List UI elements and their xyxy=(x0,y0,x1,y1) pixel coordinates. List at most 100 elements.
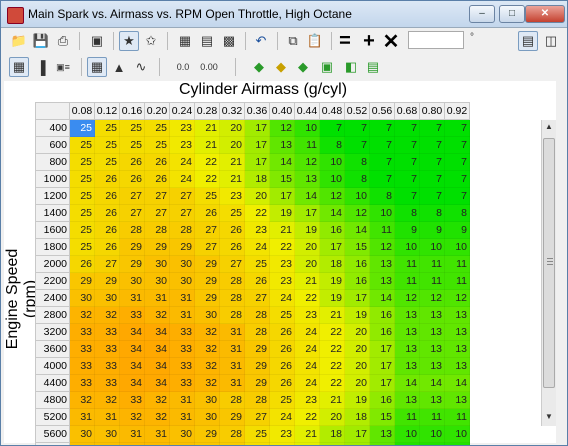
table-cell[interactable]: 34 xyxy=(144,374,170,392)
table-cell[interactable]: 7 xyxy=(444,153,470,171)
table-cell[interactable]: 30 xyxy=(194,408,220,426)
table-cell[interactable]: 30 xyxy=(169,255,195,273)
table-cell[interactable]: 16 xyxy=(369,323,395,341)
table-cell[interactable]: 32 xyxy=(69,306,95,324)
table-cell[interactable]: 16 xyxy=(344,255,370,273)
column-header[interactable]: 0.20 xyxy=(144,102,170,120)
split-view-icon[interactable]: ◫ xyxy=(541,31,561,51)
table-cell[interactable]: 29 xyxy=(219,408,245,426)
table-cell[interactable]: 7 xyxy=(394,153,420,171)
table-cell[interactable]: 26 xyxy=(94,238,120,256)
table-cell[interactable]: 26 xyxy=(269,357,295,375)
table-cell[interactable]: 32 xyxy=(69,391,95,409)
table-cell[interactable]: 15 xyxy=(344,238,370,256)
row-header[interactable]: 2800 xyxy=(35,306,70,324)
table-cell[interactable]: 31 xyxy=(219,340,245,358)
scroll-down-arrow[interactable]: ▼ xyxy=(542,410,556,424)
table-cell[interactable]: 28 xyxy=(219,391,245,409)
table-cell[interactable]: 23 xyxy=(169,119,195,137)
table-cell[interactable]: 20 xyxy=(294,255,320,273)
table-cell[interactable]: 27 xyxy=(119,187,145,205)
table-cell[interactable]: 31 xyxy=(219,323,245,341)
table-cell[interactable]: 19 xyxy=(344,391,370,409)
table-cell[interactable]: 17 xyxy=(369,357,395,375)
table-cell[interactable]: 23 xyxy=(269,442,295,445)
table-cell[interactable]: 21 xyxy=(219,153,245,171)
maximize-button[interactable]: □ xyxy=(499,5,525,23)
column-header[interactable]: 0.80 xyxy=(419,102,445,120)
table-diff-icon[interactable]: ▩ xyxy=(219,31,239,51)
table-cell[interactable]: 31 xyxy=(169,408,195,426)
table-cell[interactable]: 17 xyxy=(244,153,270,171)
table-cell[interactable]: 25 xyxy=(194,187,220,205)
table-cell[interactable]: 29 xyxy=(119,255,145,273)
table-cell[interactable]: 26 xyxy=(69,255,95,273)
row-header[interactable]: 3200 xyxy=(35,323,70,341)
table-cell[interactable]: 28 xyxy=(219,442,245,445)
column-header[interactable]: 0.16 xyxy=(119,102,145,120)
row-header[interactable]: 600 xyxy=(35,136,70,154)
save-icon[interactable]: 💾 xyxy=(31,31,51,51)
table-cell[interactable]: 32 xyxy=(194,323,220,341)
decimal-decrease-icon[interactable]: 0.0 xyxy=(173,57,193,77)
row-header[interactable]: 2400 xyxy=(35,289,70,307)
table-cell[interactable]: 30 xyxy=(94,425,120,443)
table-cell[interactable]: 30 xyxy=(69,289,95,307)
paste-icon[interactable]: 📋 xyxy=(305,31,325,51)
table-cell[interactable]: 33 xyxy=(169,340,195,358)
table-cell[interactable]: 13 xyxy=(394,357,420,375)
table-cell[interactable]: 21 xyxy=(294,442,320,445)
table-cell[interactable]: 11 xyxy=(419,408,445,426)
undo-icon[interactable]: ↶ xyxy=(251,31,271,51)
chart-bars-icon[interactable]: ▐ xyxy=(31,57,51,77)
table-cell[interactable]: 30 xyxy=(94,442,120,445)
table-cell[interactable]: 10 xyxy=(319,170,345,188)
table-cell[interactable]: 28 xyxy=(219,425,245,443)
table-cell[interactable]: 25 xyxy=(69,187,95,205)
table-cell[interactable]: 13 xyxy=(444,340,470,358)
table-cell[interactable]: 8 xyxy=(319,136,345,154)
table-cell[interactable]: 29 xyxy=(144,238,170,256)
table-cell[interactable]: 18 xyxy=(319,255,345,273)
table-cell[interactable]: 23 xyxy=(269,425,295,443)
table-cell[interactable]: 33 xyxy=(119,306,145,324)
table-cell[interactable]: 7 xyxy=(444,187,470,205)
table-cell[interactable]: 30 xyxy=(69,425,95,443)
table-cell[interactable]: 15 xyxy=(369,408,395,426)
table-cell[interactable]: 13 xyxy=(369,425,395,443)
table-cell[interactable]: 13 xyxy=(394,306,420,324)
table-cell[interactable]: 14 xyxy=(294,187,320,205)
vertical-scrollbar[interactable]: ▲ ▼ xyxy=(541,120,556,426)
table-cell[interactable]: 7 xyxy=(419,187,445,205)
table-cell[interactable]: 26 xyxy=(94,221,120,239)
table-cell[interactable]: 13 xyxy=(444,391,470,409)
table-cell[interactable]: 31 xyxy=(144,425,170,443)
table-cell[interactable]: 11 xyxy=(369,221,395,239)
row-header[interactable]: 1600 xyxy=(35,221,70,239)
table-cell[interactable]: 34 xyxy=(119,323,145,341)
table-cell[interactable]: 12 xyxy=(269,119,295,137)
table-cell[interactable]: 26 xyxy=(269,374,295,392)
table-cell[interactable]: 22 xyxy=(269,238,295,256)
table-cell[interactable]: 34 xyxy=(144,340,170,358)
table-cell[interactable]: 17 xyxy=(344,425,370,443)
table-cell[interactable]: 25 xyxy=(119,119,145,137)
table-cell[interactable]: 18 xyxy=(319,425,345,443)
table-cell[interactable]: 25 xyxy=(244,255,270,273)
table-cell[interactable]: 33 xyxy=(119,391,145,409)
table-cell[interactable]: 25 xyxy=(69,170,95,188)
table-cell[interactable]: 9 xyxy=(444,442,470,445)
table-cell[interactable]: 20 xyxy=(319,408,345,426)
table-cell[interactable]: 19 xyxy=(294,221,320,239)
table-cell[interactable]: 26 xyxy=(269,323,295,341)
table-cell[interactable]: 10 xyxy=(369,204,395,222)
table-cell[interactable]: 30 xyxy=(69,442,95,445)
table-cell[interactable]: 29 xyxy=(169,238,195,256)
grid-view-icon[interactable]: ▦ xyxy=(87,57,107,77)
table-cell[interactable]: 28 xyxy=(169,221,195,239)
table-cell[interactable]: 29 xyxy=(244,357,270,375)
table-cell[interactable]: 25 xyxy=(94,136,120,154)
table-cell[interactable]: 13 xyxy=(269,136,295,154)
column-header[interactable]: 0.52 xyxy=(344,102,370,120)
table-cell[interactable]: 26 xyxy=(119,170,145,188)
